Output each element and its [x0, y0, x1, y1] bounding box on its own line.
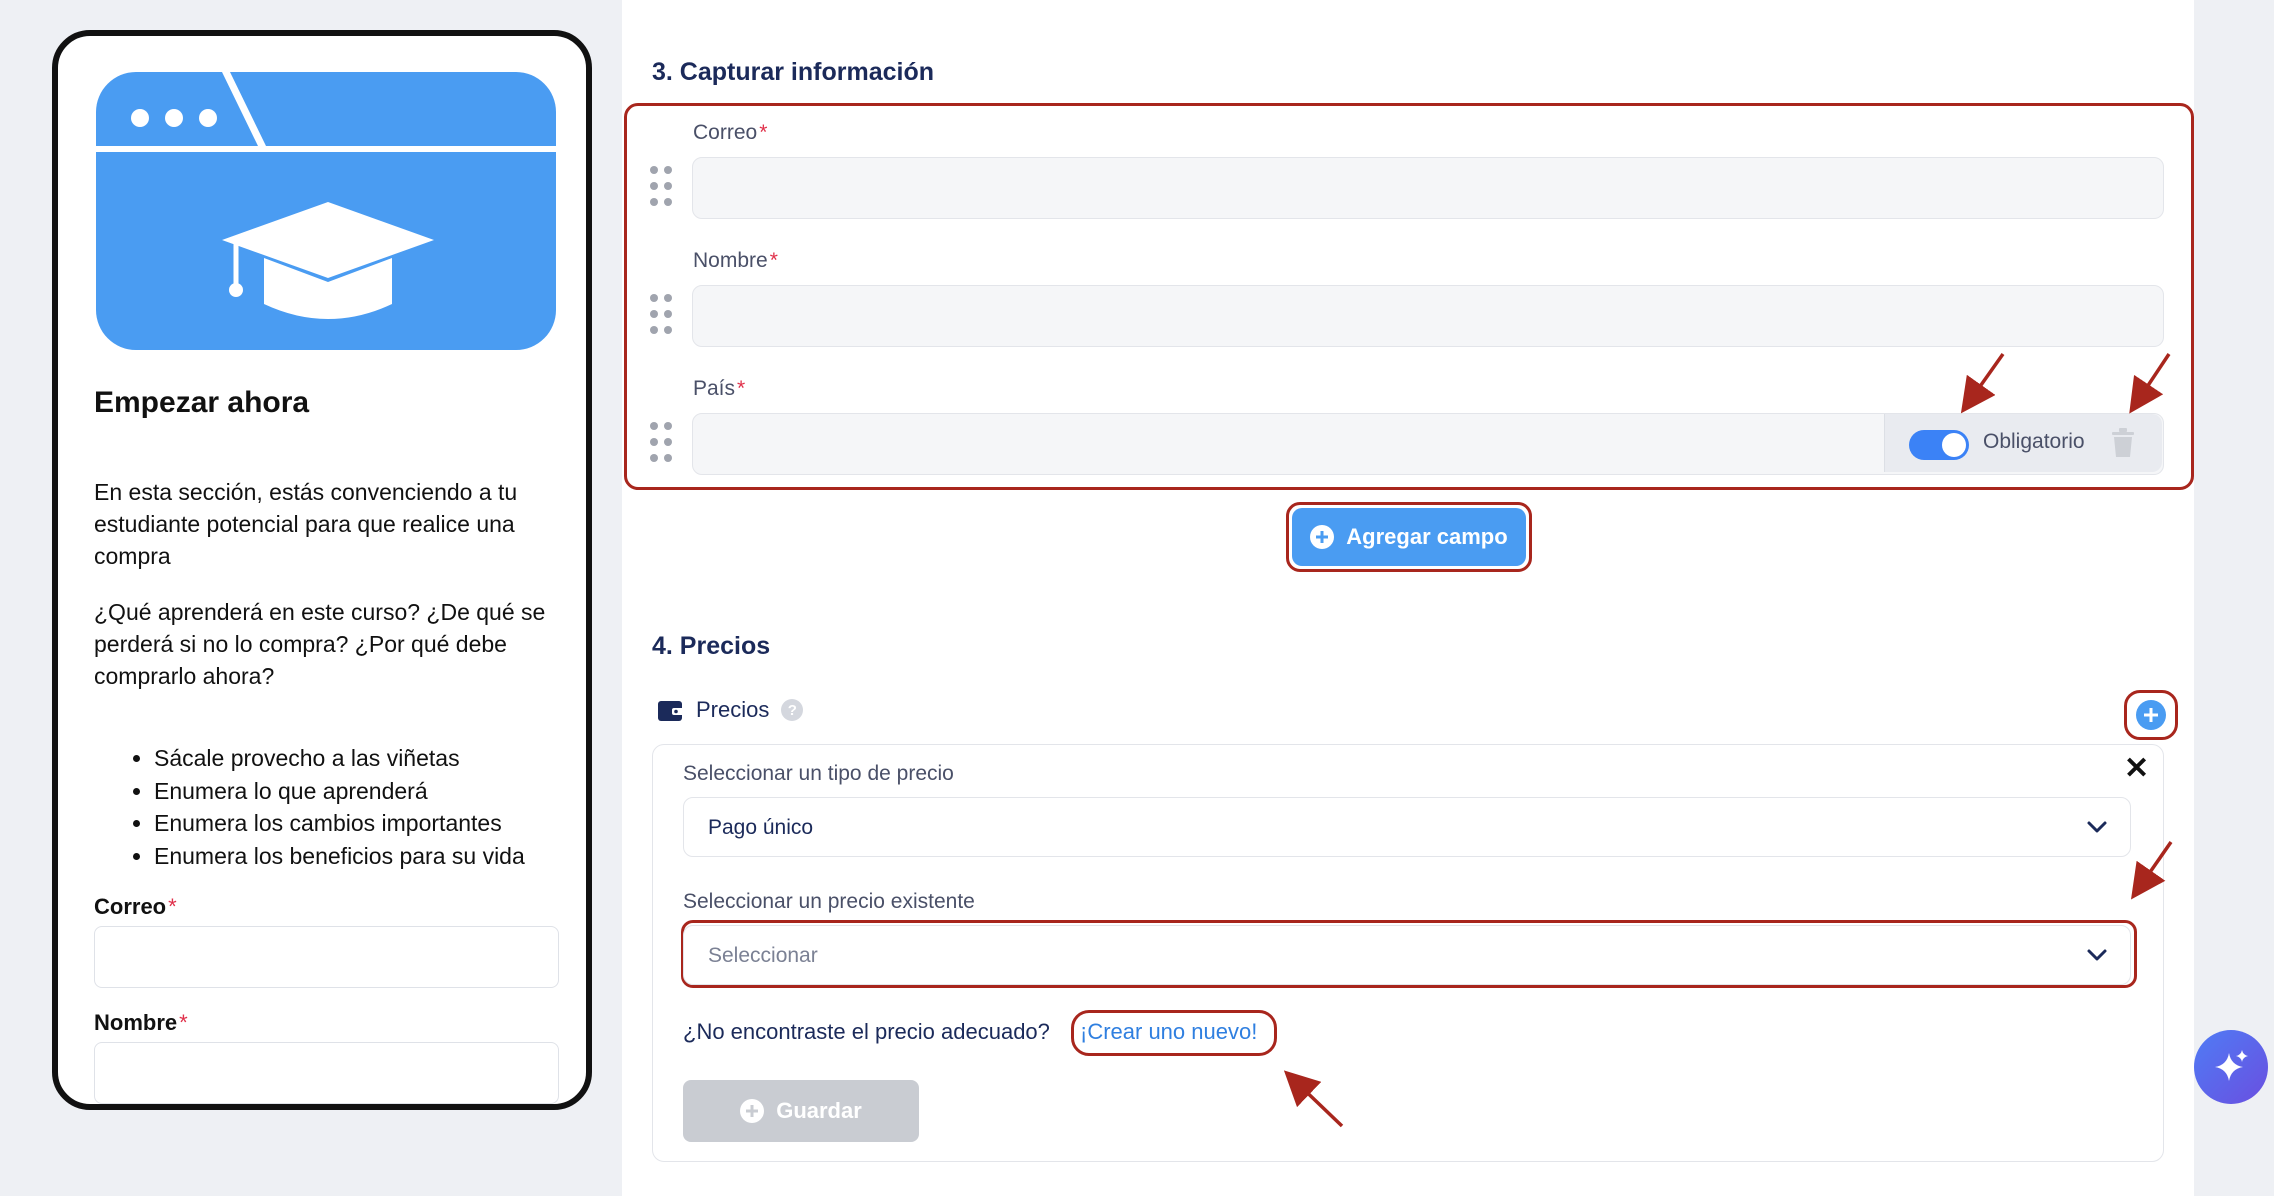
plus-circle-icon — [740, 1099, 765, 1123]
list-item: Enumera los beneficios para su vida — [154, 840, 574, 873]
list-item: Enumera lo que aprenderá — [154, 775, 574, 808]
existing-price-select[interactable]: Seleccionar — [683, 925, 2131, 985]
required-toggle-label: Obligatorio — [1983, 430, 2085, 453]
field-label-name: Nombre* — [693, 249, 778, 272]
preview-paragraph: En esta sección, estás convenciendo a tu… — [94, 479, 518, 569]
sparkle-icon — [2215, 1050, 2248, 1081]
prices-label: Precios — [696, 697, 770, 722]
save-button[interactable]: Guardar — [683, 1080, 919, 1142]
preview-paragraph: ¿Qué aprenderá en este curso? ¿De qué se… — [94, 599, 546, 689]
price-type-value: Pago único — [708, 816, 814, 839]
wallet-icon — [658, 701, 684, 721]
help-icon[interactable]: ? — [781, 699, 804, 721]
preview-name-field[interactable] — [94, 1042, 559, 1104]
preview-title: Empezar ahora — [94, 386, 310, 419]
create-price-link[interactable]: ¡Crear uno nuevo! — [1080, 1019, 1257, 1045]
chevron-down-icon — [2087, 821, 2107, 833]
add-price-button[interactable] — [2136, 700, 2166, 730]
graduation-cap-icon — [96, 72, 556, 319]
preview-bullet-list: Sácale provecho a las viñetas Enumera lo… — [154, 742, 574, 872]
plus-circle-icon — [1310, 525, 1335, 549]
trash-icon[interactable] — [2111, 428, 2135, 458]
drag-handle-icon[interactable] — [650, 166, 676, 210]
ai-assistant-button[interactable] — [2194, 1030, 2268, 1104]
prices-header: Precios ? — [658, 697, 804, 723]
field-options: Obligatorio — [1884, 414, 2162, 472]
price-type-select[interactable]: Pago único — [683, 797, 2131, 857]
field-label-country: País* — [693, 377, 746, 400]
price-type-label: Seleccionar un tipo de precio — [683, 762, 954, 785]
chevron-down-icon — [2087, 949, 2107, 961]
name-field[interactable] — [692, 285, 2164, 347]
close-icon[interactable]: ✕ — [2124, 754, 2149, 784]
list-item: Enumera los cambios importantes — [154, 807, 574, 840]
list-item: Sácale provecho a las viñetas — [154, 742, 574, 775]
capture-section-title: 3. Capturar información — [652, 58, 934, 86]
drag-handle-icon[interactable] — [650, 422, 676, 466]
existing-price-placeholder: Seleccionar — [708, 944, 818, 967]
existing-price-label: Seleccionar un precio existente — [683, 890, 975, 913]
field-label-email: Correo* — [693, 121, 768, 144]
preview-phone: Empezar ahora En esta sección, estás con… — [52, 30, 592, 1110]
course-hero-image — [96, 72, 556, 350]
required-toggle[interactable] — [1909, 430, 1969, 460]
prices-section-title: 4. Precios — [652, 632, 771, 660]
preview-email-field[interactable] — [94, 926, 559, 988]
drag-handle-icon[interactable] — [650, 294, 676, 338]
preview-name-label: Nombre* — [94, 1010, 188, 1035]
email-field[interactable] — [692, 157, 2164, 219]
preview-email-label: Correo* — [94, 894, 177, 919]
not-found-text: ¿No encontraste el precio adecuado? — [683, 1019, 1050, 1044]
add-field-button[interactable]: Agregar campo — [1292, 508, 1526, 566]
